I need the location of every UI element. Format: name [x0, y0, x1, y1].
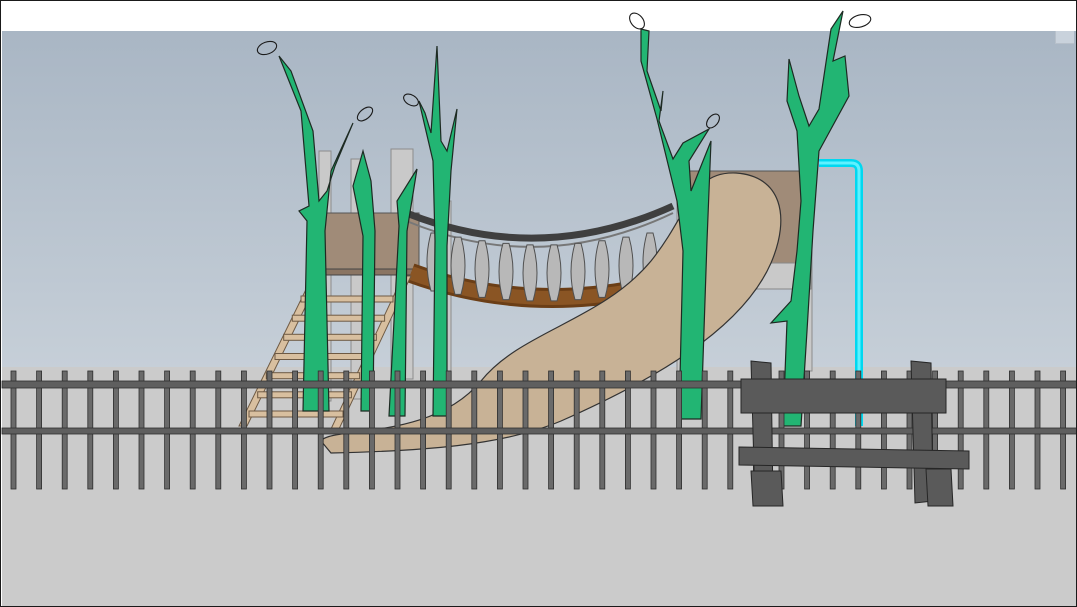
bridge-baluster — [474, 240, 490, 298]
bridge-baluster — [570, 242, 586, 301]
sky-backdrop — [2, 31, 1076, 369]
viewport-corner-handle[interactable] — [1055, 31, 1074, 44]
bridge-baluster — [522, 244, 538, 302]
bridge-baluster — [450, 236, 466, 295]
viewport-frame — [0, 0, 1077, 607]
bridge-baluster — [498, 242, 514, 301]
bridge-baluster — [546, 244, 562, 302]
bridge-baluster — [594, 240, 610, 298]
3d-viewport[interactable] — [1, 1, 1077, 607]
